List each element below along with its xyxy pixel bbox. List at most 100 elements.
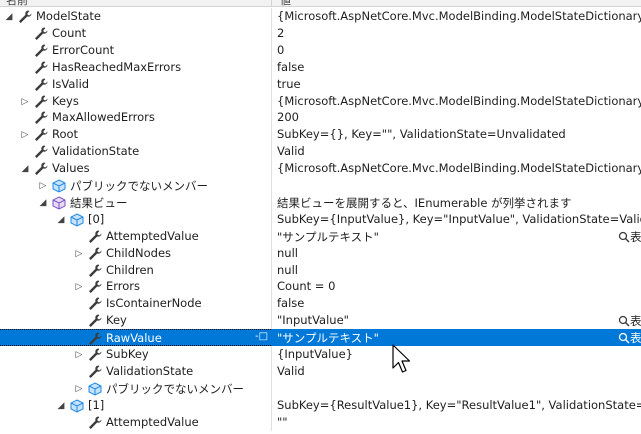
variable-value[interactable]: false — [277, 60, 304, 74]
name-column-header[interactable]: 名前 — [6, 0, 28, 6]
variable-value[interactable]: Valid — [277, 364, 305, 378]
name-cell[interactable]: ◢ 結果ビュー — [0, 194, 271, 211]
name-cell[interactable]: ▷ Keys — [0, 93, 271, 110]
collapse-arrow-icon[interactable]: ◢ — [20, 164, 30, 174]
name-cell[interactable]: ValidationState — [0, 363, 271, 380]
column-splitter[interactable] — [271, 0, 272, 6]
name-cell[interactable]: ▷ Root — [0, 126, 271, 143]
tree-row[interactable]: ◢ [1] SubKey={ResultValue1}, Key="ResultVa… — [0, 396, 641, 414]
tree-row[interactable]: IsContainerNode false — [0, 295, 641, 313]
variable-value[interactable]: {Microsoft.AspNetCore.Mvc.ModelBinding.M… — [277, 94, 641, 108]
variable-value[interactable]: 0 — [277, 43, 284, 57]
name-cell[interactable]: MaxAllowedErrors — [0, 109, 271, 126]
visualizer-button[interactable]: 表 — [618, 330, 641, 346]
tree-row[interactable]: ◢ [0] SubKey={InputValue}, Key="InputValue… — [0, 210, 641, 228]
variable-value[interactable]: true — [277, 77, 301, 91]
tree-row[interactable]: ▷ Root SubKey={}, Key="", ValidationState=… — [0, 126, 641, 144]
visualizer-button[interactable]: 表 — [618, 313, 641, 329]
variable-value[interactable]: {InputValue} — [277, 347, 353, 361]
name-cell[interactable]: Children — [0, 262, 271, 279]
variable-value[interactable]: 結果ビューを展開すると、IEnumerable が列挙されます — [277, 195, 572, 211]
tree-row[interactable]: ValidationState Valid — [0, 143, 641, 161]
name-cell[interactable]: Key — [0, 312, 271, 329]
tree-row[interactable]: ▷ パブリックでないメンバー — [0, 379, 641, 397]
tree-row[interactable]: AttemptedValue "" — [0, 413, 641, 431]
tree-row[interactable]: ◢ 結果ビュー 結果ビューを展開すると、IEnumerable が列挙されます — [0, 193, 641, 211]
name-cell[interactable]: AttemptedValue — [0, 414, 271, 431]
collapse-arrow-icon[interactable]: ◢ — [38, 198, 48, 208]
variable-name: Errors — [106, 279, 141, 294]
tree-row[interactable]: MaxAllowedErrors 200 — [0, 109, 641, 127]
expand-arrow-icon[interactable]: ▷ — [74, 350, 84, 360]
name-cell[interactable]: ▷ ChildNodes — [0, 245, 271, 262]
tree-row[interactable]: ▷ Errors Count = 0 — [0, 278, 641, 296]
wrench-icon — [87, 296, 103, 312]
tree-row[interactable]: ▷ SubKey {InputValue} — [0, 346, 641, 363]
name-cell[interactable]: AttemptedValue — [0, 228, 271, 245]
tree-row[interactable]: RawValue -□ "サンプルテキスト" 表 — [0, 329, 641, 347]
expand-arrow-icon[interactable]: ▷ — [20, 130, 30, 140]
variable-value[interactable]: 2 — [277, 26, 284, 40]
name-cell[interactable]: RawValue -□ — [0, 329, 271, 347]
variable-value[interactable]: null — [277, 263, 298, 277]
name-cell[interactable]: ▷ パブリックでないメンバー — [0, 380, 271, 397]
variable-value[interactable]: Count = 0 — [277, 279, 335, 293]
visualizer-button[interactable]: 表 — [618, 229, 641, 245]
expand-arrow-icon[interactable]: ▷ — [74, 249, 84, 259]
name-cell[interactable]: ValidationState — [0, 143, 271, 160]
expand-arrow-icon[interactable]: ▷ — [74, 384, 84, 394]
collapse-arrow-icon[interactable]: ◢ — [56, 215, 66, 225]
name-cell[interactable]: ◢ [0] — [0, 211, 271, 228]
tree-row[interactable]: ▷ Keys {Microsoft.AspNetCore.Mvc.ModelBind… — [0, 92, 641, 110]
variable-value[interactable]: "" — [277, 415, 288, 429]
variable-value[interactable]: "InputValue" — [277, 313, 349, 327]
variable-value[interactable]: 200 — [277, 110, 299, 124]
collapse-arrow-icon[interactable]: ◢ — [56, 401, 66, 411]
expand-arrow-icon[interactable]: ▷ — [20, 97, 30, 107]
tree-row[interactable]: AttemptedValue "サンプルテキスト" 表 — [0, 227, 641, 245]
tree-row[interactable]: HasReachedMaxErrors false — [0, 58, 641, 76]
name-cell[interactable]: IsContainerNode — [0, 295, 271, 312]
variable-value[interactable]: null — [277, 246, 298, 260]
variable-value[interactable]: {Microsoft.AspNetCore.Mvc.ModelBinding.M… — [277, 161, 641, 175]
tree-row[interactable]: Key "InputValue" 表 — [0, 312, 641, 330]
name-cell[interactable]: Count — [0, 25, 271, 42]
name-cell[interactable]: ◢ [1] — [0, 397, 271, 414]
variable-value[interactable]: SubKey={ResultValue1}, Key="ResultValue1… — [277, 398, 641, 412]
name-cell[interactable]: IsValid — [0, 76, 271, 93]
name-cell[interactable]: ▷ SubKey — [0, 346, 271, 363]
name-cell[interactable]: ◢ ModelState — [0, 8, 271, 25]
variable-value[interactable]: false — [277, 296, 304, 310]
variable-name: Children — [106, 262, 154, 277]
collapse-arrow-icon[interactable]: ◢ — [4, 12, 14, 22]
magnifier-icon — [618, 231, 630, 243]
tree-row[interactable]: ◢ ModelState {Microsoft.AspNetCore.Mvc.Mod… — [0, 8, 641, 25]
tree-row[interactable]: Children null — [0, 261, 641, 279]
variable-value[interactable]: Valid — [277, 144, 305, 158]
tree-row[interactable]: IsValid true — [0, 75, 641, 93]
tree-row[interactable]: ValidationState Valid — [0, 362, 641, 380]
name-cell[interactable]: ▷ Errors — [0, 278, 271, 295]
variable-value[interactable]: "サンプルテキスト" — [277, 229, 379, 245]
name-cell[interactable]: ErrorCount — [0, 42, 271, 59]
variable-value[interactable]: {Microsoft.AspNetCore.Mvc.ModelBinding.M… — [277, 9, 641, 23]
variable-value[interactable]: "サンプルテキスト" — [277, 330, 379, 346]
variable-value[interactable]: SubKey={}, Key="", ValidationState=Unval… — [277, 127, 566, 141]
name-cell[interactable]: ▷ パブリックでないメンバー — [0, 177, 271, 194]
name-cell[interactable]: ◢ Values — [0, 160, 271, 177]
variable-value[interactable]: SubKey={InputValue}, Key="InputValue", V… — [277, 212, 641, 226]
column-divider — [271, 75, 272, 93]
pin-icon[interactable]: -□ — [255, 331, 268, 342]
tree-row[interactable]: ▷ ChildNodes null — [0, 244, 641, 262]
name-cell[interactable]: HasReachedMaxErrors — [0, 59, 271, 76]
value-column-header[interactable]: 値 — [280, 0, 291, 6]
tree-row[interactable]: ▷ パブリックでないメンバー — [0, 177, 641, 194]
column-divider — [271, 278, 272, 296]
expand-arrow-icon[interactable]: ▷ — [74, 282, 84, 292]
tree-row[interactable]: ◢ Values {Microsoft.AspNetCore.Mvc.ModelBi… — [0, 160, 641, 178]
expand-arrow-icon[interactable]: ▷ — [38, 181, 48, 191]
column-divider — [271, 126, 272, 144]
tree-row[interactable]: Count 2 — [0, 24, 641, 42]
tree-row[interactable]: ErrorCount 0 — [0, 41, 641, 59]
wrench-icon — [33, 26, 49, 42]
